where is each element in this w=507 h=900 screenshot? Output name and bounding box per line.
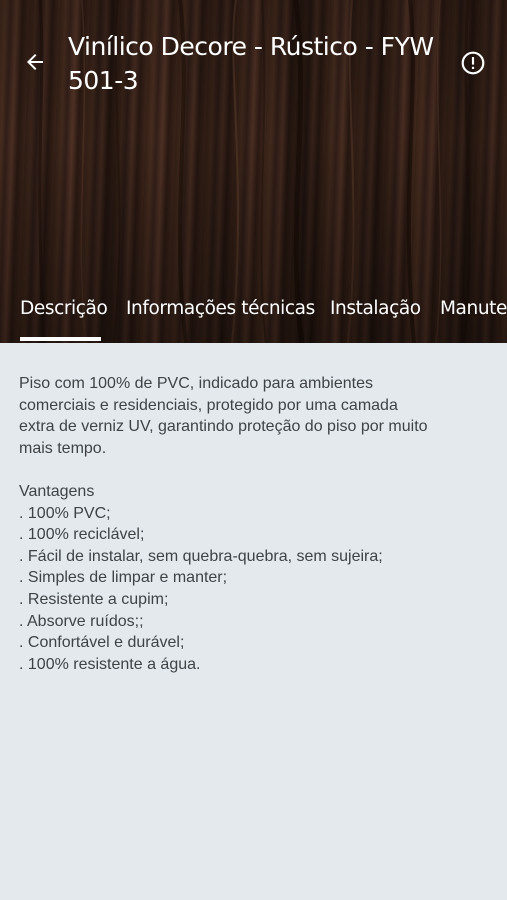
tab-descricao[interactable]: Descrição (20, 298, 108, 319)
tab-manutencao[interactable]: Manutenção (440, 298, 507, 319)
advantage-item: . Simples de limpar e manter; (19, 569, 228, 587)
header-wood-image: Vinílico Decore - Rústico - FYW 501-3 De… (0, 0, 507, 343)
description-line: Piso com 100% de PVC, indicado para ambi… (19, 375, 373, 392)
info-button[interactable] (456, 46, 490, 80)
advantage-item: . Absorve ruídos;; (19, 612, 144, 630)
back-button[interactable] (17, 44, 53, 80)
description-content: Piso com 100% de PVC, indicado para ambi… (19, 373, 489, 675)
selected-tab-indicator (20, 337, 101, 341)
description-line: comerciais e residenciais, protegido por… (19, 396, 398, 414)
tab-informacoes-tecnicas[interactable]: Informações técnicas (126, 298, 315, 319)
advantage-item: . 100% PVC; (19, 504, 111, 522)
description-line: extra de verniz UV, garantindo proteção … (19, 418, 428, 436)
advantage-item: . Resistente a cupim; (19, 590, 169, 608)
advantage-item: . 100% reciclável; (19, 526, 145, 544)
description-line: mais tempo. (19, 439, 107, 457)
tab-instalacao[interactable]: Instalação (330, 298, 421, 319)
alert-circle-icon (461, 51, 485, 75)
advantage-item: . Confortável e durável; (19, 634, 185, 652)
advantage-item: . 100% resistente a água. (19, 655, 201, 673)
advantage-item: . Fácil de instalar, sem quebra-quebra, … (19, 547, 383, 565)
tab-bar: Descrição Informações técnicas Instalaçã… (0, 288, 507, 343)
page-title: Vinílico Decore - Rústico - FYW 501-3 (68, 32, 434, 95)
arrow-left-icon (27, 54, 43, 70)
advantages-title: Vantagens (19, 482, 95, 500)
